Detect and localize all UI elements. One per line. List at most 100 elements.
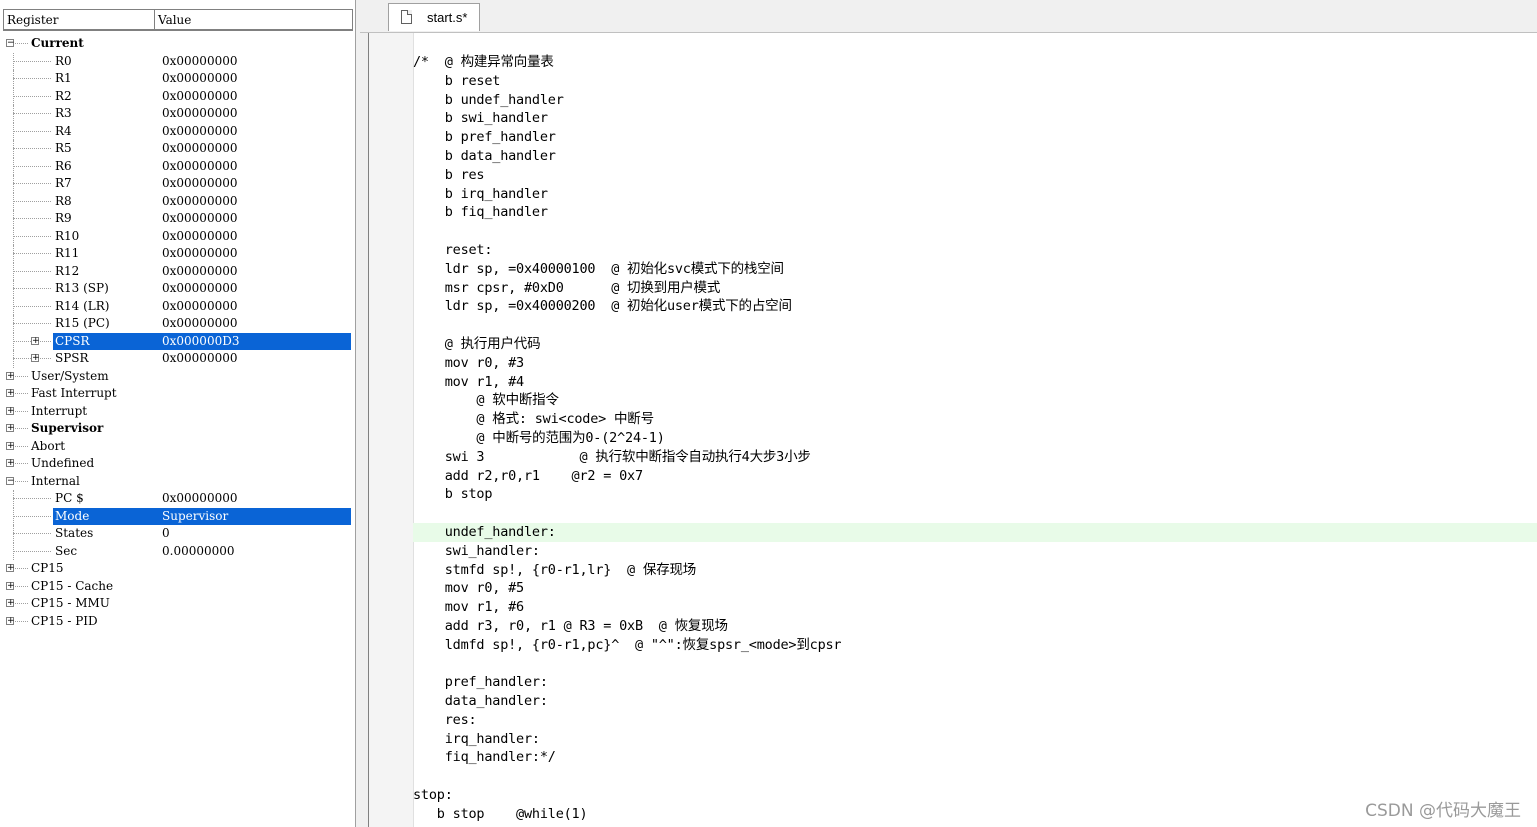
- code-lines: /* @ 构建异常向量表 b reset b undef_handler b s…: [413, 53, 1537, 824]
- register-row[interactable]: R1 0x00000000: [0, 70, 355, 88]
- tab-label: start.s*: [427, 10, 468, 25]
- register-row[interactable]: R4 0x00000000: [0, 122, 355, 140]
- register-row[interactable]: + CPSR 0x000000D3: [0, 332, 355, 350]
- register-row[interactable]: States 0: [0, 525, 355, 543]
- expand-icon[interactable]: +: [6, 599, 15, 608]
- code-editor[interactable]: /* @ 构建异常向量表 b reset b undef_handler b s…: [368, 33, 1537, 827]
- register-row[interactable]: R10 0x00000000: [0, 227, 355, 245]
- register-row[interactable]: + Interrupt: [0, 403, 355, 421]
- code-line: add r3, r0, r1 @ R3 = 0xB @ 恢复现场: [413, 617, 728, 634]
- register-name: PC $: [55, 491, 84, 505]
- register-name: Sec: [55, 543, 78, 558]
- register-row[interactable]: R2 0x00000000: [0, 87, 355, 105]
- register-name: R7: [55, 176, 72, 190]
- register-row[interactable]: + Abort: [0, 438, 355, 456]
- register-row[interactable]: + SPSR 0x00000000: [0, 350, 355, 368]
- register-name: R10: [55, 228, 80, 243]
- register-name: User/System: [31, 368, 109, 383]
- expand-icon[interactable]: +: [6, 371, 15, 380]
- register-value: 0x000000D3: [162, 333, 240, 348]
- register-value: 0x00000000: [162, 281, 238, 295]
- column-header-register[interactable]: Register: [4, 10, 155, 29]
- register-value: 0x00000000: [162, 141, 238, 155]
- register-row[interactable]: Mode Supervisor: [0, 507, 355, 525]
- register-name: Undefined: [31, 456, 95, 470]
- expand-icon[interactable]: +: [6, 389, 15, 398]
- expand-icon[interactable]: +: [6, 406, 15, 415]
- register-row[interactable]: R6 0x00000000: [0, 157, 355, 175]
- register-row[interactable]: − Internal: [0, 473, 355, 491]
- tree-connector: [13, 175, 14, 193]
- tree-connector: [13, 332, 14, 350]
- collapse-icon[interactable]: −: [6, 476, 15, 485]
- expand-icon[interactable]: +: [6, 581, 15, 590]
- file-icon: [401, 10, 412, 24]
- register-row[interactable]: R7 0x00000000: [0, 175, 355, 193]
- expand-icon[interactable]: +: [6, 424, 15, 433]
- register-row[interactable]: R13 (SP) 0x00000000: [0, 280, 355, 298]
- register-row[interactable]: − Current: [0, 35, 355, 53]
- expand-icon[interactable]: +: [6, 616, 15, 625]
- register-row[interactable]: + Supervisor: [0, 420, 355, 438]
- register-name: R3: [55, 106, 72, 120]
- watermark: CSDN @代码大魔王: [1365, 801, 1521, 821]
- register-row[interactable]: + CP15 - Cache: [0, 578, 355, 596]
- register-pane: Register Value − Current R0 0x00000000 R1 0x0…: [0, 0, 356, 827]
- register-name: R9: [55, 211, 72, 225]
- register-row[interactable]: R14 (LR) 0x00000000: [0, 297, 355, 315]
- register-name: R11: [55, 246, 80, 260]
- tree-connector: [13, 280, 14, 298]
- register-row[interactable]: R12 0x00000000: [0, 262, 355, 280]
- register-name: R1: [55, 71, 72, 85]
- tree-connector: [13, 350, 14, 368]
- tree-connector: [13, 550, 51, 552]
- code-line: @ 执行用户代码: [413, 335, 541, 352]
- register-row[interactable]: PC $ 0x00000000: [0, 490, 355, 508]
- register-row[interactable]: + User/System: [0, 368, 355, 386]
- register-name: Interrupt: [31, 403, 88, 418]
- tree-connector: [13, 183, 51, 184]
- code-line: ldr sp, =0x40000100 @ 初始化svc模式下的栈空间: [413, 260, 784, 277]
- column-header-value[interactable]: Value: [155, 10, 352, 29]
- code-line: b res: [413, 166, 485, 183]
- tree-connector: [13, 227, 14, 245]
- register-row[interactable]: + Undefined: [0, 455, 355, 473]
- register-value: 0x00000000: [162, 211, 238, 225]
- register-value: 0x00000000: [162, 316, 238, 330]
- register-name: CP15 - Cache: [31, 578, 114, 593]
- tree-connector: [13, 490, 14, 508]
- register-row[interactable]: + Fast Interrupt: [0, 385, 355, 403]
- tree-connector: [13, 200, 51, 202]
- tree-connector: [13, 157, 14, 175]
- register-value: 0x00000000: [162, 263, 238, 278]
- register-row[interactable]: R11 0x00000000: [0, 245, 355, 263]
- register-row[interactable]: + CP15 - PID: [0, 613, 355, 631]
- expand-icon[interactable]: +: [31, 336, 40, 345]
- tab-start-s[interactable]: start.s*: [388, 3, 480, 31]
- register-row[interactable]: + CP15: [0, 560, 355, 578]
- register-row[interactable]: R15 (PC) 0x00000000: [0, 315, 355, 333]
- expand-icon[interactable]: +: [31, 354, 40, 363]
- register-name: Current: [31, 36, 84, 50]
- register-row[interactable]: R9 0x00000000: [0, 210, 355, 228]
- expand-icon[interactable]: +: [6, 459, 15, 468]
- register-row[interactable]: + CP15 - MMU: [0, 595, 355, 613]
- expand-icon[interactable]: +: [6, 441, 15, 450]
- collapse-icon[interactable]: −: [6, 39, 15, 48]
- register-row[interactable]: R0 0x00000000: [0, 52, 355, 70]
- register-row[interactable]: R8 0x00000000: [0, 192, 355, 210]
- code-line: undef_handler:: [413, 522, 1537, 542]
- tree-connector: [13, 105, 14, 123]
- code-line: ldmfd sp!, {r0-r1,pc}^ @ "^":恢复spsr_<mod…: [413, 636, 842, 653]
- register-row[interactable]: R5 0x00000000: [0, 140, 355, 158]
- tree-connector: [13, 525, 14, 543]
- register-row[interactable]: Sec 0.00000000: [0, 542, 355, 560]
- register-name: Supervisor: [31, 421, 104, 435]
- register-row[interactable]: R3 0x00000000: [0, 105, 355, 123]
- code-line: b undef_handler: [413, 91, 564, 108]
- code-line: reset:: [413, 241, 493, 258]
- expand-icon[interactable]: +: [6, 564, 15, 573]
- tree-connector: [13, 533, 51, 534]
